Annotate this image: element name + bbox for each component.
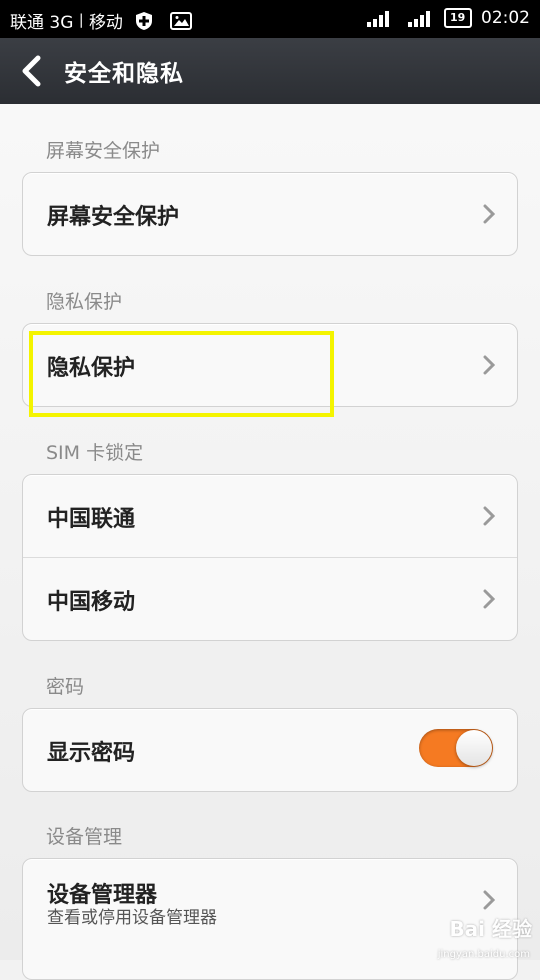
carrier-1: 联通 3G [10, 13, 74, 33]
signal-strength-icon [366, 11, 389, 27]
card-device-admin: 设备管理器 查看或停用设备管理器 [22, 858, 518, 980]
chevron-right-icon [483, 204, 495, 224]
list-item-label: 屏幕安全保护 [47, 205, 180, 230]
list-item-device-admin[interactable]: 设备管理器 查看或停用设备管理器 [23, 859, 517, 941]
section-header-screen-security: 屏幕安全保护 [46, 140, 161, 162]
toggle-knob [456, 730, 492, 766]
section-header-sim-lock: SIM 卡锁定 [46, 442, 144, 464]
page-title: 安全和隐私 [64, 61, 184, 87]
watermark-url: jingyan.baidu.com [437, 949, 530, 960]
chevron-right-icon [483, 506, 495, 526]
list-item-label: 中国联通 [47, 507, 136, 532]
watermark-logo: Bai 经验 [449, 917, 532, 941]
shield-icon [136, 11, 153, 30]
title-bar: 安全和隐私 [0, 38, 540, 104]
image-notification-icon [169, 11, 192, 30]
carrier-2: 移动 [88, 13, 123, 33]
back-arrow-icon[interactable] [16, 54, 48, 88]
clock: 02:02 [481, 8, 530, 28]
list-item-sim-mobile[interactable]: 中国移动 [23, 557, 517, 640]
highlight-annotation-box [29, 331, 334, 417]
signal-strength-icon-2 [408, 11, 431, 27]
section-header-privacy: 隐私保护 [46, 291, 123, 313]
carrier-separator: | [78, 12, 84, 29]
list-item-screen-security[interactable]: 屏幕安全保护 [23, 173, 517, 255]
chevron-right-icon [483, 355, 495, 375]
card-password: 显示密码 [22, 708, 518, 792]
battery-icon: 19 [443, 8, 472, 28]
status-bar-left: 联通 3G | 移动 [10, 8, 192, 33]
section-header-password: 密码 [46, 676, 85, 698]
status-bar-right: 19 02:02 [366, 8, 530, 28]
list-item-sim-unicom[interactable]: 中国联通 [23, 475, 517, 557]
list-item-label: 中国移动 [47, 590, 136, 615]
card-sim-lock: 中国联通 中国移动 [22, 474, 518, 641]
show-password-toggle[interactable] [419, 729, 493, 767]
chevron-right-icon [483, 890, 495, 910]
card-screen-security: 屏幕安全保护 [22, 172, 518, 256]
section-header-device-admin: 设备管理 [46, 826, 123, 848]
status-bar: 联通 3G | 移动 19 02:02 [0, 0, 540, 38]
chevron-right-icon [483, 589, 495, 609]
list-item-show-password[interactable]: 显示密码 [23, 709, 517, 791]
list-item-sublabel: 查看或停用设备管理器 [47, 908, 217, 928]
list-item-label: 显示密码 [47, 741, 136, 766]
